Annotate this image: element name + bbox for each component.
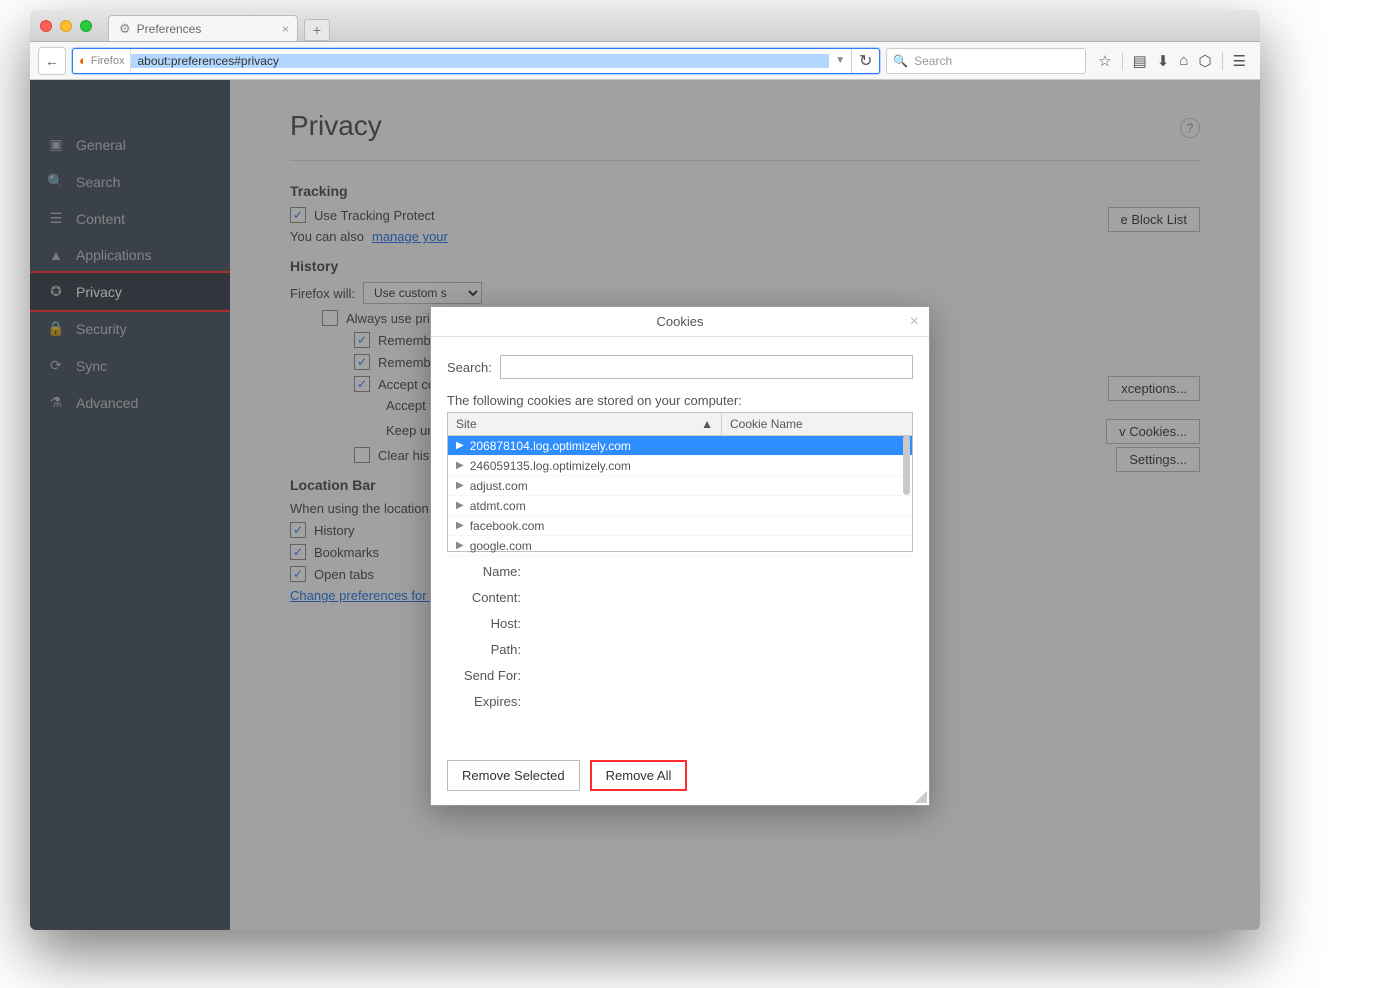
site-name: adjust.com [470, 479, 528, 493]
url-text[interactable]: about:preferences#privacy [131, 54, 829, 68]
cookies-dialog: Cookies × Search: The following cookies … [430, 306, 930, 806]
close-icon[interactable]: × [910, 313, 919, 331]
search-bar[interactable]: 🔍 Search [886, 48, 1086, 74]
remove-all-button[interactable]: Remove All [590, 760, 688, 791]
cookie-search-input[interactable] [500, 355, 913, 379]
downloads-icon[interactable]: ⬇ [1157, 52, 1170, 70]
site-name: 246059135.log.optimizely.com [470, 459, 631, 473]
cookie-site-row[interactable]: ▶ atdmt.com [448, 496, 912, 516]
cookie-site-row[interactable]: ▶ google.com [448, 536, 912, 556]
stored-text: The following cookies are stored on your… [447, 393, 913, 408]
cookie-site-row[interactable]: ▶ 206878104.log.optimizely.com [448, 436, 912, 456]
resize-handle[interactable] [915, 791, 927, 803]
detail-label: Content: [447, 590, 527, 605]
firefox-icon: ◐ [79, 53, 87, 68]
close-window-icon[interactable] [40, 20, 52, 32]
detail-label: Path: [447, 642, 527, 657]
menu-icon[interactable]: ☰ [1233, 52, 1246, 70]
browser-tab[interactable]: ⚙ Preferences × [108, 15, 298, 41]
separator [1222, 52, 1223, 70]
home-icon[interactable]: ⌂ [1179, 52, 1188, 69]
search-label: Search: [447, 360, 492, 375]
pocket-icon[interactable]: ⬡ [1198, 52, 1211, 70]
new-tab-button[interactable]: + [304, 19, 330, 41]
browser-toolbar: ← ◐ Firefox about:preferences#privacy ▼ … [30, 42, 1260, 80]
cookie-detail-row: Host: [447, 610, 913, 636]
window-titlebar: ⚙ Preferences × + [30, 10, 1260, 42]
detail-label: Expires: [447, 694, 527, 709]
expand-icon: ▶ [456, 440, 464, 451]
scrollbar[interactable] [903, 435, 910, 495]
cookie-site-row[interactable]: ▶ adjust.com [448, 476, 912, 496]
url-identity-label: Firefox [91, 55, 125, 67]
cookie-detail-row: Path: [447, 636, 913, 662]
sort-asc-icon: ▲ [701, 417, 713, 431]
col-name-header[interactable]: Cookie Name [722, 413, 912, 435]
url-dropdown-icon[interactable]: ▼ [829, 55, 851, 66]
cookie-detail-row: Expires: [447, 688, 913, 714]
search-icon: 🔍 [893, 54, 908, 68]
dialog-title: Cookies [657, 314, 704, 329]
site-name: facebook.com [470, 519, 545, 533]
bookmark-star-icon[interactable]: ☆ [1098, 52, 1111, 70]
close-tab-icon[interactable]: × [282, 22, 289, 36]
minimize-window-icon[interactable] [60, 20, 72, 32]
cookie-site-row[interactable]: ▶ 246059135.log.optimizely.com [448, 456, 912, 476]
back-button[interactable]: ← [38, 47, 66, 75]
cookie-detail-row: Name: [447, 558, 913, 584]
library-icon[interactable]: ▤ [1133, 52, 1147, 70]
tab-title: Preferences [137, 22, 202, 36]
reload-button[interactable]: ↻ [851, 49, 879, 73]
remove-selected-button[interactable]: Remove Selected [447, 760, 580, 791]
detail-label: Send For: [447, 668, 527, 683]
maximize-window-icon[interactable] [80, 20, 92, 32]
expand-icon: ▶ [456, 460, 464, 471]
detail-label: Name: [447, 564, 527, 579]
cookie-detail-row: Content: [447, 584, 913, 610]
expand-icon: ▶ [456, 540, 464, 551]
site-name: atdmt.com [470, 499, 526, 513]
cookie-list: Site ▲ Cookie Name ▶ 206878104.log.optimi… [447, 412, 913, 552]
cookie-site-row[interactable]: ▶ facebook.com [448, 516, 912, 536]
search-placeholder: Search [914, 54, 952, 68]
cookie-detail-row: Send For: [447, 662, 913, 688]
expand-icon: ▶ [456, 520, 464, 531]
expand-icon: ▶ [456, 500, 464, 511]
expand-icon: ▶ [456, 480, 464, 491]
separator [1122, 52, 1123, 70]
site-name: 206878104.log.optimizely.com [470, 439, 631, 453]
col-site-header[interactable]: Site ▲ [448, 413, 722, 435]
detail-label: Host: [447, 616, 527, 631]
gear-icon: ⚙ [119, 21, 131, 37]
url-bar[interactable]: ◐ Firefox about:preferences#privacy ▼ ↻ [72, 48, 880, 74]
site-name: google.com [470, 539, 532, 553]
